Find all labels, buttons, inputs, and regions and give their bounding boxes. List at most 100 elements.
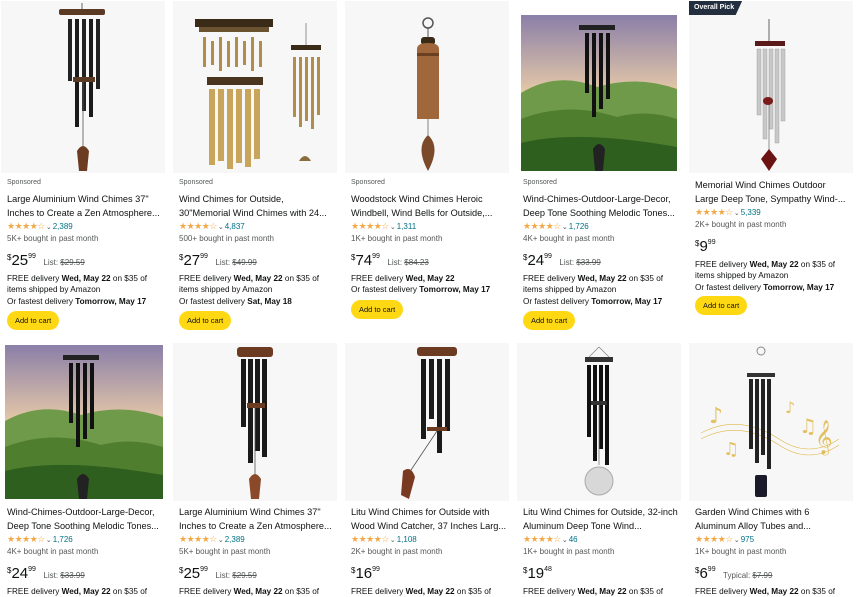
chevron-down-icon[interactable]: ⌄	[218, 537, 224, 544]
price[interactable]: $2499 List: $33.99	[523, 252, 679, 270]
review-count[interactable]: 2,389	[53, 222, 73, 231]
review-count[interactable]: 4,837	[225, 222, 245, 231]
price[interactable]: $999	[695, 238, 851, 256]
product-image[interactable]	[173, 343, 337, 501]
price-fraction: 48	[544, 566, 552, 573]
chevron-down-icon[interactable]: ⌄	[390, 537, 396, 544]
svg-text:♫: ♫	[723, 439, 739, 460]
bought-count: 2K+ bought in past month	[695, 220, 787, 229]
star-icon[interactable]: ★★★★☆	[351, 221, 389, 231]
star-icon[interactable]: ★★★★☆	[351, 534, 389, 544]
product-title[interactable]: Large Aluminium Wind Chimes 37" Inches t…	[179, 505, 335, 533]
list-price: List: $29.59	[215, 571, 257, 580]
product-title[interactable]: Litu Wind Chimes for Outside with Wood W…	[351, 505, 507, 533]
product-title[interactable]: Wind-Chimes-Outdoor-Large-Decor, Deep To…	[523, 192, 679, 220]
product-title[interactable]: Garden Wind Chimes with 6 Aluminum Alloy…	[695, 505, 851, 533]
price[interactable]: $2599 List: $29.59	[7, 252, 163, 270]
sponsored-label: Sponsored	[7, 179, 41, 186]
product-image[interactable]	[173, 1, 337, 173]
review-count[interactable]: 46	[569, 535, 578, 544]
review-count[interactable]: 1,311	[397, 222, 416, 231]
product-card[interactable]: Sponsored Wind-Chimes-Outdoor-Large-Deco…	[517, 1, 681, 337]
add-to-cart-button[interactable]: Add to cart	[695, 296, 748, 315]
chevron-down-icon[interactable]: ⌄	[562, 537, 568, 544]
review-count[interactable]: 1,108	[397, 535, 417, 544]
price-currency: $	[179, 253, 184, 262]
star-icon[interactable]: ★★★★☆	[695, 207, 733, 217]
price-whole: 6	[699, 565, 708, 582]
add-to-cart-button[interactable]: Add to cart	[179, 311, 232, 330]
chevron-down-icon[interactable]: ⌄	[734, 210, 740, 217]
svg-text:♪: ♪	[709, 404, 723, 429]
rating-row: ★★★★☆⌄4,837	[179, 221, 335, 233]
price[interactable]: $699 Typical: $7.99	[695, 565, 851, 583]
product-card[interactable]: Sponsored Large Aluminium Wind Chimes 37…	[1, 1, 165, 337]
rating-row: ★★★★☆⌄2,389	[179, 534, 335, 546]
price[interactable]: $1948	[523, 565, 679, 583]
price-fraction: 99	[200, 253, 208, 260]
star-icon[interactable]: ★★★★☆	[7, 221, 45, 231]
review-count[interactable]: 5,339	[741, 208, 761, 217]
price-whole: 19	[527, 565, 545, 582]
product-image[interactable]	[1, 343, 165, 501]
product-image[interactable]	[1, 1, 165, 173]
product-card[interactable]: Litu Wind Chimes for Outside, 32-inch Al…	[517, 343, 681, 597]
product-image[interactable]	[345, 343, 509, 501]
price[interactable]: $1699	[351, 565, 507, 583]
delivery-info: FREE delivery Wed, May 22 on $35 of item…	[7, 274, 148, 306]
product-card[interactable]: ♪ ♫ ♫ 𝄞 ♪ Garden Wind Chimes with 6 Alum…	[689, 343, 853, 597]
price-fraction: 99	[200, 566, 208, 573]
product-title[interactable]: Memorial Wind Chimes Outdoor Large Deep …	[695, 178, 851, 206]
star-icon[interactable]: ★★★★☆	[179, 221, 217, 231]
product-card[interactable]: Wind-Chimes-Outdoor-Large-Decor, Deep To…	[1, 343, 165, 597]
price-fraction: 99	[707, 239, 716, 246]
star-icon[interactable]: ★★★★☆	[523, 534, 561, 544]
add-to-cart-button[interactable]: Add to cart	[351, 300, 404, 319]
add-to-cart-button[interactable]: Add to cart	[523, 311, 576, 330]
review-count[interactable]: 975	[741, 535, 754, 544]
chevron-down-icon[interactable]: ⌄	[390, 224, 396, 231]
product-image[interactable]	[517, 1, 681, 173]
product-title[interactable]: Litu Wind Chimes for Outside, 32-inch Al…	[523, 505, 679, 533]
product-card[interactable]: Overall Pick Memorial Wind Chimes Outdoo…	[689, 1, 853, 337]
list-price: List: $33.99	[43, 571, 85, 580]
product-card[interactable]: Sponsored Wind Chimes for Outside, 30"Me…	[173, 1, 337, 337]
product-title[interactable]: Woodstock Wind Chimes Heroic Windbell, W…	[351, 192, 507, 220]
chevron-down-icon[interactable]: ⌄	[734, 537, 740, 544]
star-icon[interactable]: ★★★★☆	[523, 221, 561, 231]
product-card[interactable]: Sponsored Woodstock Wind Chimes Heroic W…	[345, 1, 509, 337]
review-count[interactable]: 1,726	[569, 222, 589, 231]
search-results-grid: Sponsored Large Aluminium Wind Chimes 37…	[0, 0, 857, 597]
product-card[interactable]: Large Aluminium Wind Chimes 37" Inches t…	[173, 343, 337, 597]
price-currency: $	[179, 566, 184, 575]
price-whole: 27	[183, 252, 201, 269]
product-title[interactable]: Wind-Chimes-Outdoor-Large-Decor, Deep To…	[7, 505, 163, 533]
add-to-cart-button[interactable]: Add to cart	[7, 311, 60, 330]
price[interactable]: $7499 List: $84.23	[351, 252, 507, 270]
price[interactable]: $2799 List: $49.99	[179, 252, 335, 270]
rating-row: ★★★★☆⌄1,108	[351, 534, 507, 546]
chevron-down-icon[interactable]: ⌄	[46, 537, 52, 544]
rating-row: ★★★★☆⌄1,311	[351, 221, 507, 233]
product-image[interactable]: Overall Pick	[689, 1, 853, 173]
product-title[interactable]: Large Aluminium Wind Chimes 37" Inches t…	[7, 192, 163, 220]
star-icon[interactable]: ★★★★☆	[179, 534, 217, 544]
chevron-down-icon[interactable]: ⌄	[46, 224, 52, 231]
list-price: List: $84.23	[387, 258, 429, 267]
product-image[interactable]	[345, 1, 509, 173]
star-icon[interactable]: ★★★★☆	[695, 534, 733, 544]
price[interactable]: $2499 List: $33.99	[7, 565, 163, 583]
price-fraction: 99	[28, 253, 36, 260]
delivery-info: FREE delivery Wed, May 22 on $35 of	[179, 587, 320, 596]
review-count[interactable]: 1,726	[53, 535, 73, 544]
product-image[interactable]	[517, 343, 681, 501]
svg-text:𝄞: 𝄞	[815, 420, 833, 456]
star-icon[interactable]: ★★★★☆	[7, 534, 45, 544]
product-image[interactable]: ♪ ♫ ♫ 𝄞 ♪	[689, 343, 853, 501]
chevron-down-icon[interactable]: ⌄	[218, 224, 224, 231]
product-card[interactable]: Litu Wind Chimes for Outside with Wood W…	[345, 343, 509, 597]
review-count[interactable]: 2,389	[225, 535, 245, 544]
chevron-down-icon[interactable]: ⌄	[562, 224, 568, 231]
product-title[interactable]: Wind Chimes for Outside, 30"Memorial Win…	[179, 192, 335, 220]
price[interactable]: $2599 List: $29.59	[179, 565, 335, 583]
